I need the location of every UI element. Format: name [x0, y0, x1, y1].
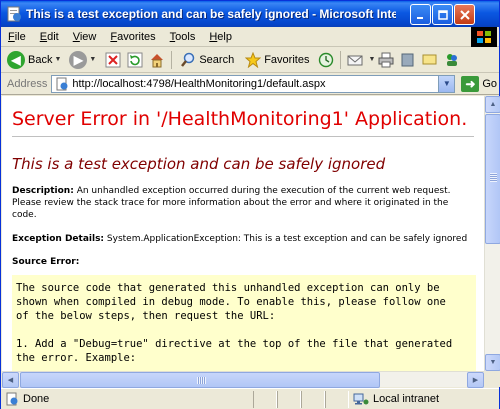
- horizontal-scrollbar[interactable]: ◀ ▶: [2, 371, 484, 388]
- favorites-star-icon: [245, 51, 262, 68]
- status-pane: [301, 390, 325, 408]
- standard-toolbar: ◀ Back ▼ ▶ ▼ Search Favorites ▼: [1, 47, 499, 73]
- exception-details-label: Exception Details:: [12, 234, 105, 244]
- forward-arrow-icon: ▶: [69, 50, 88, 69]
- home-icon[interactable]: [149, 52, 165, 68]
- exception-details-section: Exception Details: System.ApplicationExc…: [12, 233, 474, 245]
- security-zone[interactable]: Local intranet: [353, 392, 439, 406]
- page-done-icon: [6, 392, 18, 406]
- forward-button[interactable]: ▶ ▼: [67, 49, 98, 71]
- menu-help[interactable]: Help: [209, 31, 232, 43]
- maximize-icon: [437, 9, 448, 20]
- forward-dropdown-icon[interactable]: ▼: [89, 56, 96, 63]
- page-content: Server Error in '/HealthMonitoring1' App…: [2, 96, 484, 371]
- back-label: Back: [28, 53, 53, 66]
- vertical-scroll-thumb[interactable]: [485, 114, 500, 244]
- exception-details-text: System.ApplicationException: This is a t…: [106, 234, 468, 244]
- menu-file[interactable]: File: [8, 31, 26, 43]
- menu-view[interactable]: View: [73, 31, 97, 43]
- scroll-right-icon[interactable]: ▶: [467, 372, 484, 388]
- source-error-label: Source Error:: [12, 257, 80, 267]
- zone-label: Local intranet: [373, 393, 440, 405]
- mail-dropdown-icon[interactable]: ▼: [368, 56, 375, 63]
- horizontal-scroll-thumb[interactable]: [20, 372, 380, 388]
- search-icon: [181, 52, 195, 67]
- toolbar-separator: [340, 50, 342, 69]
- page-icon: [56, 77, 68, 90]
- minimize-icon: [416, 16, 423, 19]
- favorites-button[interactable]: Favorites: [240, 49, 311, 71]
- maximize-button[interactable]: [432, 4, 453, 25]
- local-intranet-icon: [353, 393, 369, 405]
- status-text: Done: [23, 393, 50, 405]
- address-bar: Address http://localhost:4798/HealthMoni…: [1, 73, 499, 95]
- go-button[interactable]: ➜ Go: [461, 75, 498, 92]
- vertical-scrollbar[interactable]: ▲ ▼: [484, 96, 500, 371]
- status-pane: [325, 390, 349, 408]
- close-button[interactable]: [454, 4, 475, 25]
- address-url: http://localhost:4798/HealthMonitoring1/…: [72, 77, 326, 90]
- search-label: Search: [199, 53, 235, 66]
- address-label: Address: [7, 77, 48, 90]
- status-pane: [253, 390, 277, 408]
- source-code-box: The source code that generated this unha…: [12, 275, 476, 371]
- status-bar: Done Local intranet: [1, 388, 499, 409]
- status-pane: [277, 390, 301, 408]
- ie-page-icon: [7, 6, 21, 22]
- refresh-icon[interactable]: [127, 52, 143, 68]
- server-error-title: Server Error in '/HealthMonitoring1' App…: [12, 108, 468, 130]
- ie-window: This is a test exception and can be safe…: [0, 0, 500, 409]
- go-label: Go: [482, 77, 498, 90]
- print-icon[interactable]: [378, 52, 394, 68]
- stop-icon[interactable]: [105, 52, 121, 68]
- scroll-down-icon[interactable]: ▼: [485, 354, 500, 371]
- menu-tools[interactable]: Tools: [170, 31, 196, 43]
- menu-edit[interactable]: Edit: [40, 31, 59, 43]
- source-code-text: The source code that generated this unha…: [16, 282, 453, 364]
- window-title: This is a test exception and can be safe…: [26, 7, 396, 21]
- scroll-corner: [484, 371, 500, 387]
- windows-logo-icon: [471, 27, 497, 47]
- description-label: Description:: [12, 186, 74, 196]
- title-bar[interactable]: This is a test exception and can be safe…: [1, 1, 499, 27]
- scroll-left-icon[interactable]: ◀: [2, 372, 19, 388]
- history-icon[interactable]: [318, 52, 334, 68]
- back-arrow-icon: ◀: [7, 50, 25, 69]
- back-button[interactable]: ◀ Back ▼: [1, 49, 63, 71]
- edit-icon[interactable]: [400, 52, 416, 68]
- exception-message: This is a test exception and can be safe…: [12, 155, 386, 173]
- description-section: Description: An unhandled exception occu…: [12, 185, 474, 221]
- address-dropdown-icon[interactable]: ▼: [438, 75, 455, 92]
- description-text: An unhandled exception occurred during t…: [12, 186, 451, 220]
- back-dropdown-icon[interactable]: ▼: [54, 56, 61, 63]
- favorites-label: Favorites: [264, 53, 310, 66]
- menu-favorites[interactable]: Favorites: [110, 31, 155, 43]
- scroll-up-icon[interactable]: ▲: [485, 96, 500, 113]
- messenger-icon[interactable]: [444, 52, 460, 68]
- menu-bar: File Edit View Favorites Tools Help: [1, 27, 499, 47]
- address-input[interactable]: http://localhost:4798/HealthMonitoring1/…: [51, 74, 456, 93]
- title-divider: [12, 136, 474, 137]
- minimize-button[interactable]: [410, 4, 431, 25]
- go-arrow-icon: ➜: [461, 75, 480, 92]
- discuss-icon[interactable]: [422, 52, 438, 68]
- search-button[interactable]: Search: [175, 49, 236, 71]
- mail-icon[interactable]: [347, 52, 363, 68]
- close-icon: [459, 9, 470, 20]
- toolbar-separator: [171, 50, 173, 69]
